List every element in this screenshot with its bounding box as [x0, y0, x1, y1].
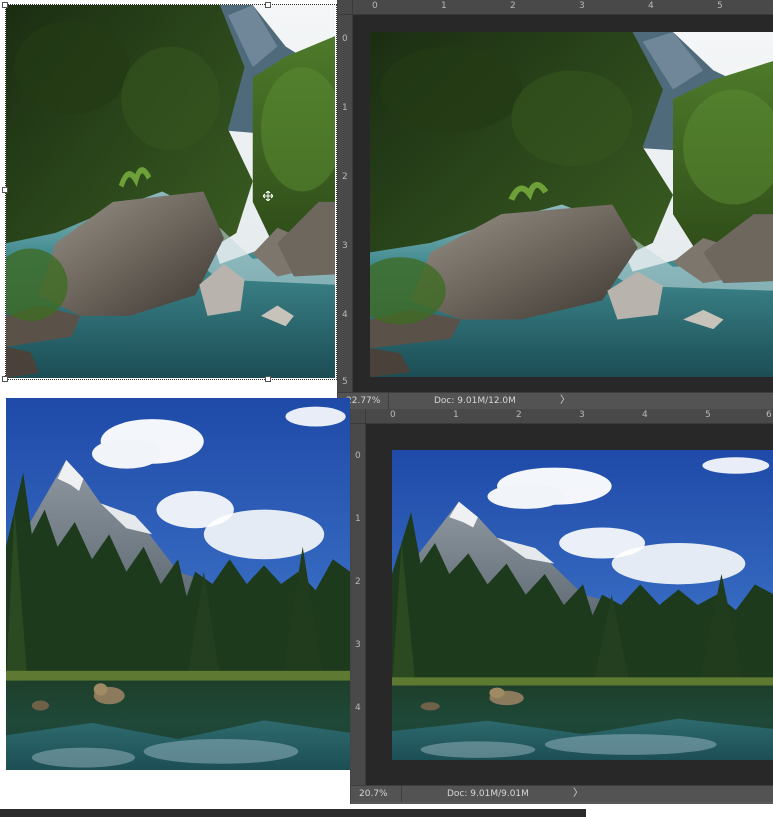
ruler-tick: 5 — [717, 1, 723, 11]
ruler-corner — [351, 409, 366, 424]
status-divider — [401, 786, 402, 802]
horizontal-ruler[interactable]: 0 1 2 3 4 5 6 — [366, 409, 773, 424]
ruler-tick: 1 — [441, 1, 447, 11]
move-cursor-icon — [262, 186, 274, 202]
transform-handle-left[interactable] — [2, 187, 8, 193]
vertical-ruler[interactable]: 0 1 2 3 4 5 — [338, 15, 353, 392]
ruler-tick: 1 — [453, 410, 459, 420]
status-divider — [388, 393, 389, 409]
status-bar: 22.77% Doc: 9.01M/12.0M 〉 — [338, 392, 773, 409]
ruler-tick: 3 — [579, 1, 585, 11]
chevron-right-icon[interactable]: 〉 — [573, 786, 583, 802]
doc-size-info[interactable]: Doc: 9.01M/12.0M — [434, 393, 516, 409]
canvas-area[interactable] — [353, 15, 773, 392]
lake-photo-image — [6, 398, 350, 770]
chevron-right-icon[interactable]: 〉 — [560, 393, 570, 409]
river-photo-image — [6, 5, 335, 378]
document-window-bottom[interactable]: 0 1 2 3 4 5 6 0 1 2 3 4 20.7% Doc: 9.01M… — [350, 409, 773, 804]
ruler-corner — [338, 0, 353, 15]
river-photo-layer[interactable] — [6, 5, 335, 378]
ruler-tick: 5 — [705, 410, 711, 420]
river-image — [370, 32, 773, 377]
doc-size-info[interactable]: Doc: 9.01M/9.01M — [447, 786, 529, 802]
lake-image — [392, 450, 773, 760]
ruler-tick: 3 — [342, 241, 348, 251]
ruler-tick: 2 — [516, 410, 522, 420]
ruler-tick: 1 — [342, 103, 348, 113]
ruler-tick: 0 — [390, 410, 396, 420]
taskbar-strip — [0, 809, 586, 817]
ruler-tick: 4 — [342, 310, 348, 320]
vertical-ruler[interactable]: 0 1 2 3 4 — [351, 424, 366, 785]
horizontal-ruler[interactable]: 0 1 2 3 4 5 — [353, 0, 773, 15]
ruler-tick: 2 — [510, 1, 516, 11]
ruler-tick: 2 — [355, 577, 361, 587]
ruler-tick: 2 — [342, 172, 348, 182]
document-image-lake[interactable] — [392, 450, 773, 760]
ruler-tick: 1 — [355, 514, 361, 524]
ruler-tick: 0 — [355, 451, 361, 461]
status-bar: 20.7% Doc: 9.01M/9.01M 〉 — [351, 785, 773, 802]
ruler-tick: 6 — [766, 410, 772, 420]
ruler-tick: 0 — [342, 34, 348, 44]
ruler-tick: 4 — [642, 410, 648, 420]
transform-handle-bottom[interactable] — [265, 376, 271, 382]
transform-handle-bottom-left[interactable] — [2, 376, 8, 382]
transform-handle-top-left[interactable] — [2, 2, 8, 8]
ruler-tick: 3 — [579, 410, 585, 420]
ruler-tick: 5 — [342, 377, 348, 387]
canvas-area[interactable] — [366, 424, 773, 785]
lake-photo-layer[interactable] — [6, 398, 350, 770]
document-window-top[interactable]: 0 1 2 3 4 5 0 1 2 3 4 5 22.77% Doc: 9.01… — [337, 0, 773, 409]
ruler-tick: 3 — [355, 640, 361, 650]
ruler-tick: 4 — [648, 1, 654, 11]
transform-handle-top[interactable] — [265, 2, 271, 8]
ruler-tick: 4 — [355, 703, 361, 713]
document-image-river[interactable] — [370, 32, 773, 377]
ruler-tick: 0 — [372, 1, 378, 11]
zoom-level[interactable]: 20.7% — [351, 786, 391, 802]
